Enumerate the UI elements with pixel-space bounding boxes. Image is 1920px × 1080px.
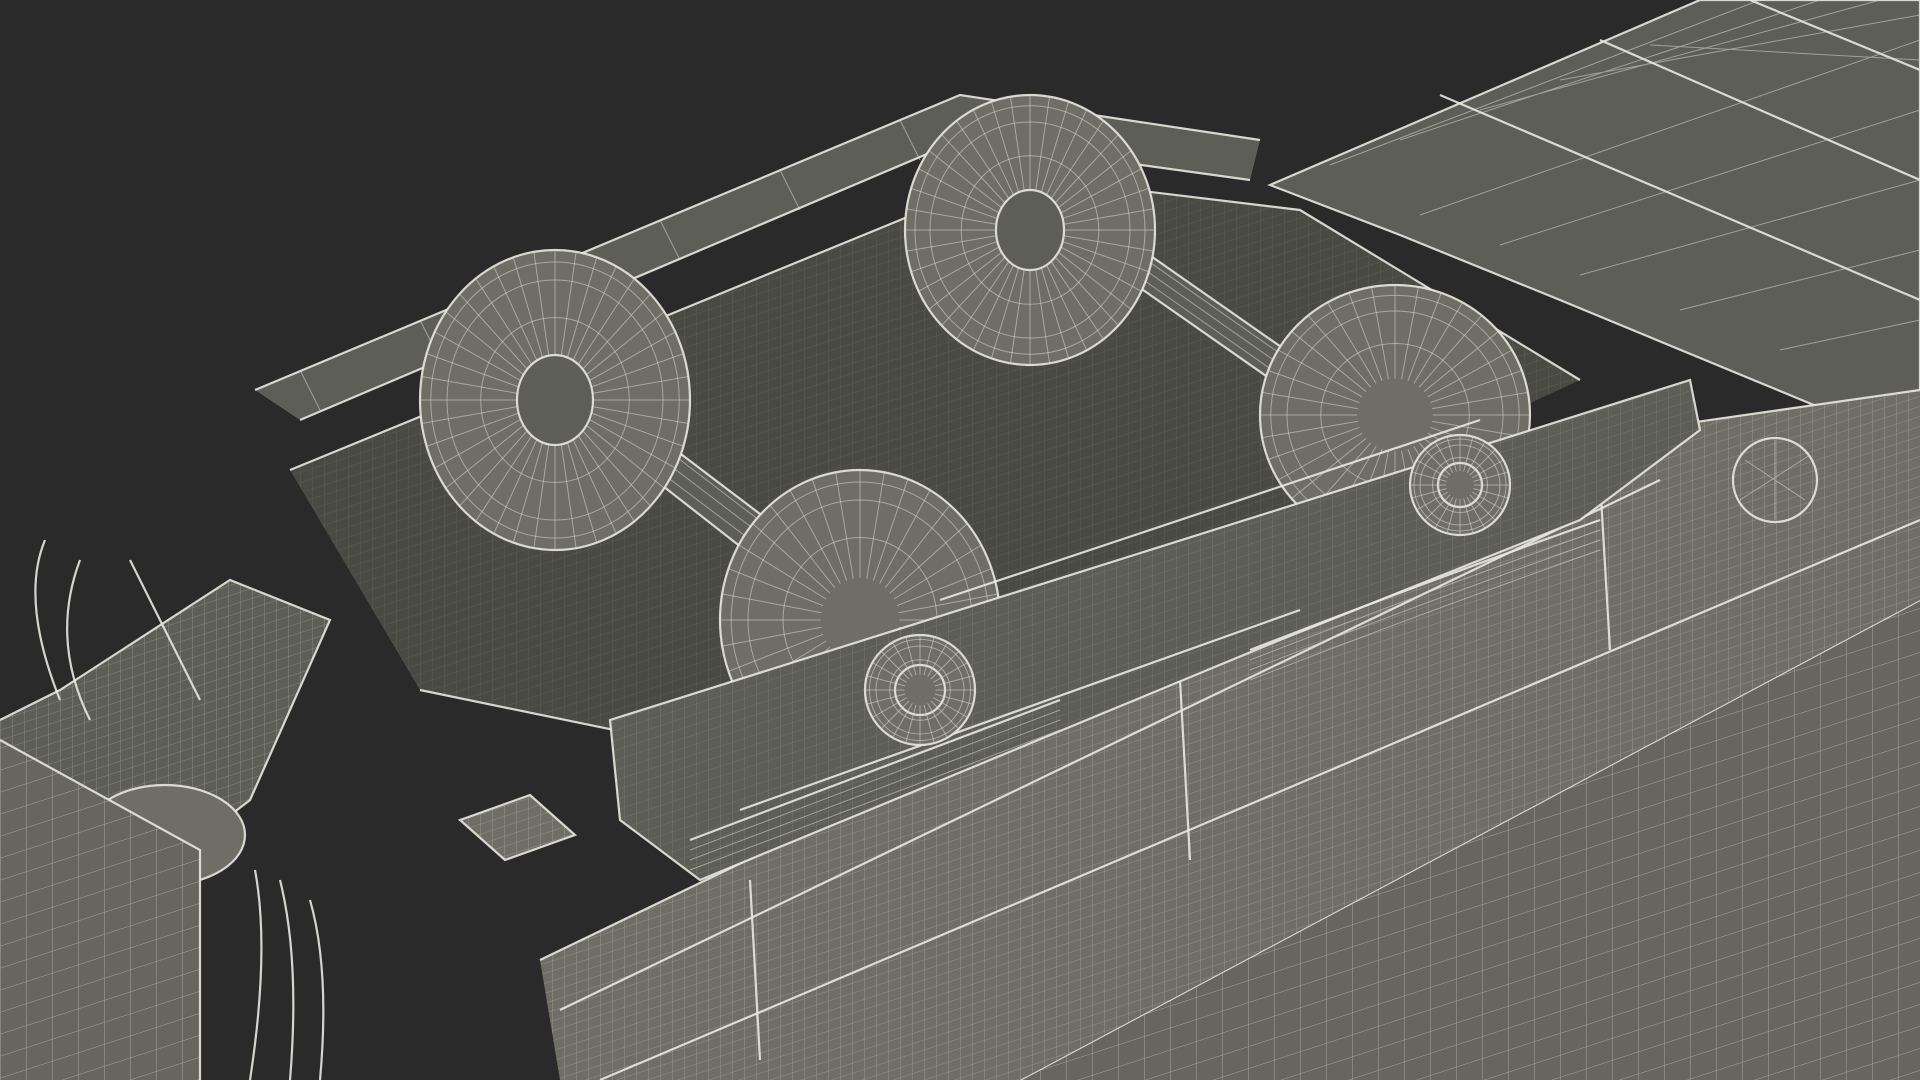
render-viewport bbox=[0, 0, 1920, 1080]
step-plate bbox=[457, 793, 578, 862]
wheel-rear-right bbox=[903, 93, 1157, 367]
axle-bearing-front bbox=[863, 633, 977, 747]
air-hoses bbox=[248, 869, 325, 1080]
wheel-rear-left bbox=[418, 248, 692, 552]
axle-bearing-rear bbox=[1408, 433, 1512, 537]
bogie-wireframe-render bbox=[0, 0, 1920, 1080]
